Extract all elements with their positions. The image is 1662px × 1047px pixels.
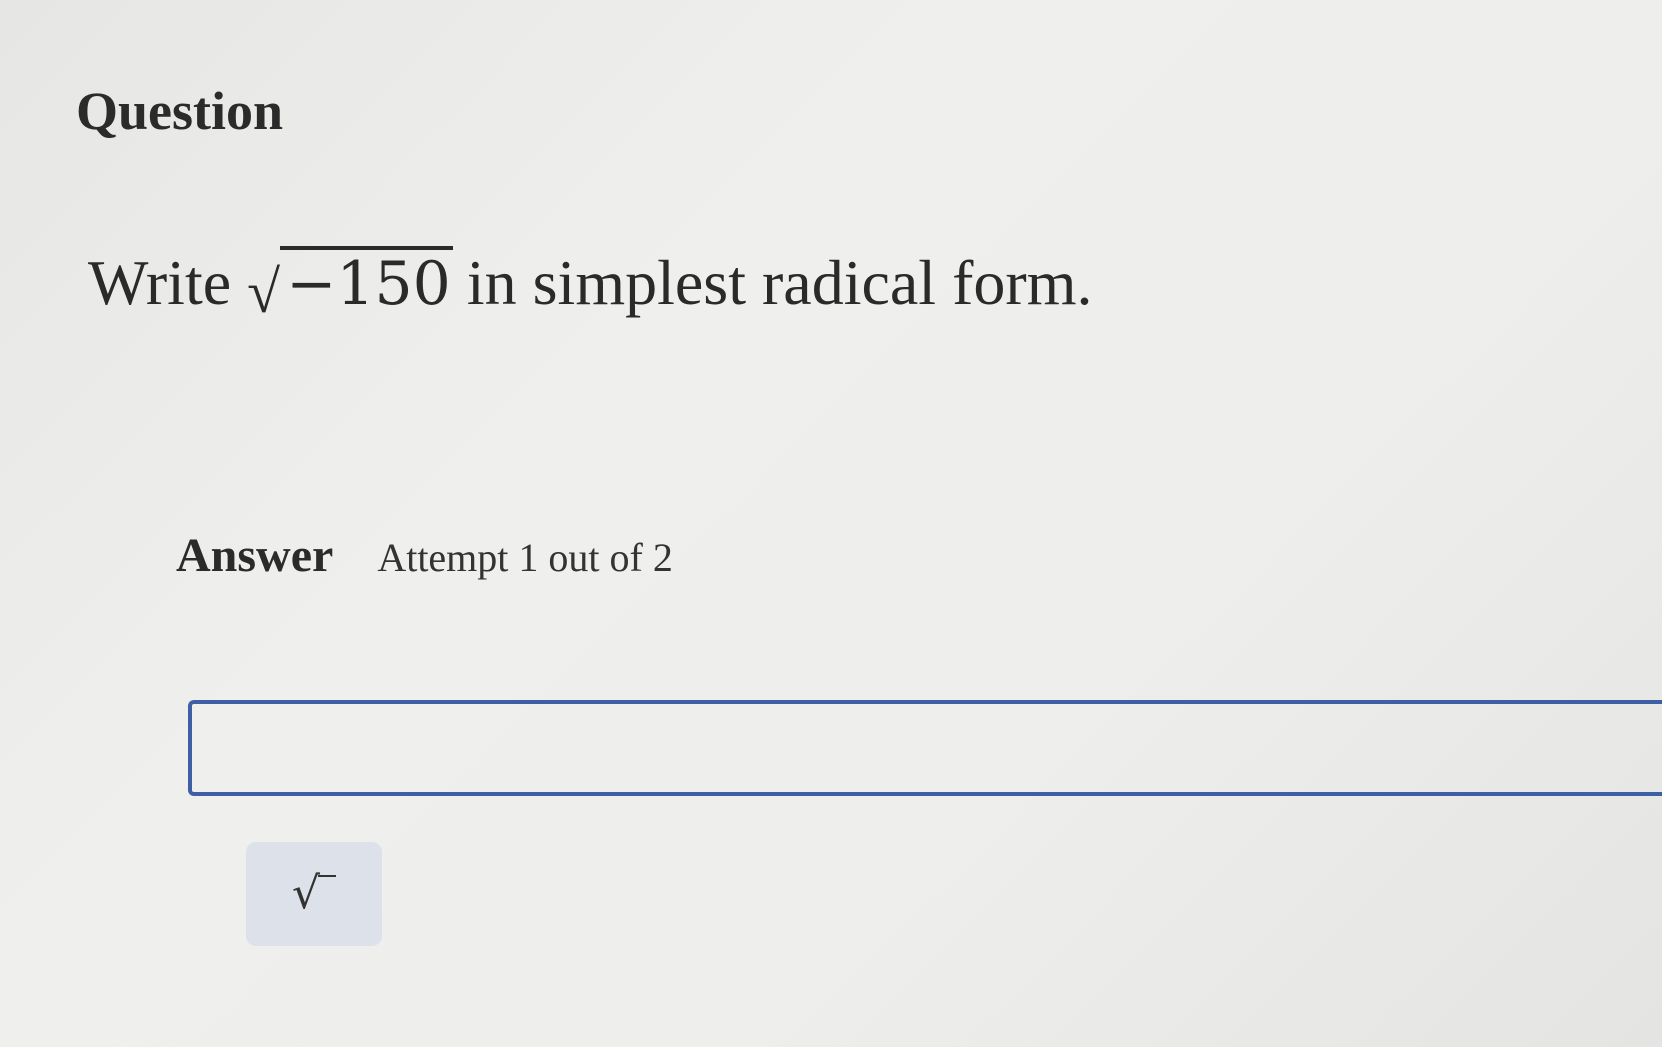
- answer-input[interactable]: [188, 700, 1662, 796]
- prompt-text-before: Write: [88, 247, 232, 318]
- prompt-text-after: in simplest radical form.: [466, 247, 1093, 318]
- radical-expression: √ −150: [247, 246, 453, 322]
- radicand: −150: [280, 246, 453, 314]
- square-root-glyph: √: [291, 868, 321, 919]
- question-prompt: Write √ −150 in simplest radical form.: [88, 246, 1093, 322]
- radical-sign: √: [247, 259, 281, 325]
- question-heading: Question: [76, 81, 284, 141]
- question-page: Question Write √ −150 in simplest radica…: [0, 0, 1662, 1047]
- square-root-bar: [318, 875, 337, 877]
- square-root-button[interactable]: √: [246, 842, 382, 946]
- square-root-icon: √: [291, 868, 337, 919]
- answer-header: Answer Attempt 1 out of 2: [176, 528, 673, 583]
- answer-label: Answer: [176, 529, 334, 582]
- attempt-counter: Attempt 1 out of 2: [377, 535, 673, 580]
